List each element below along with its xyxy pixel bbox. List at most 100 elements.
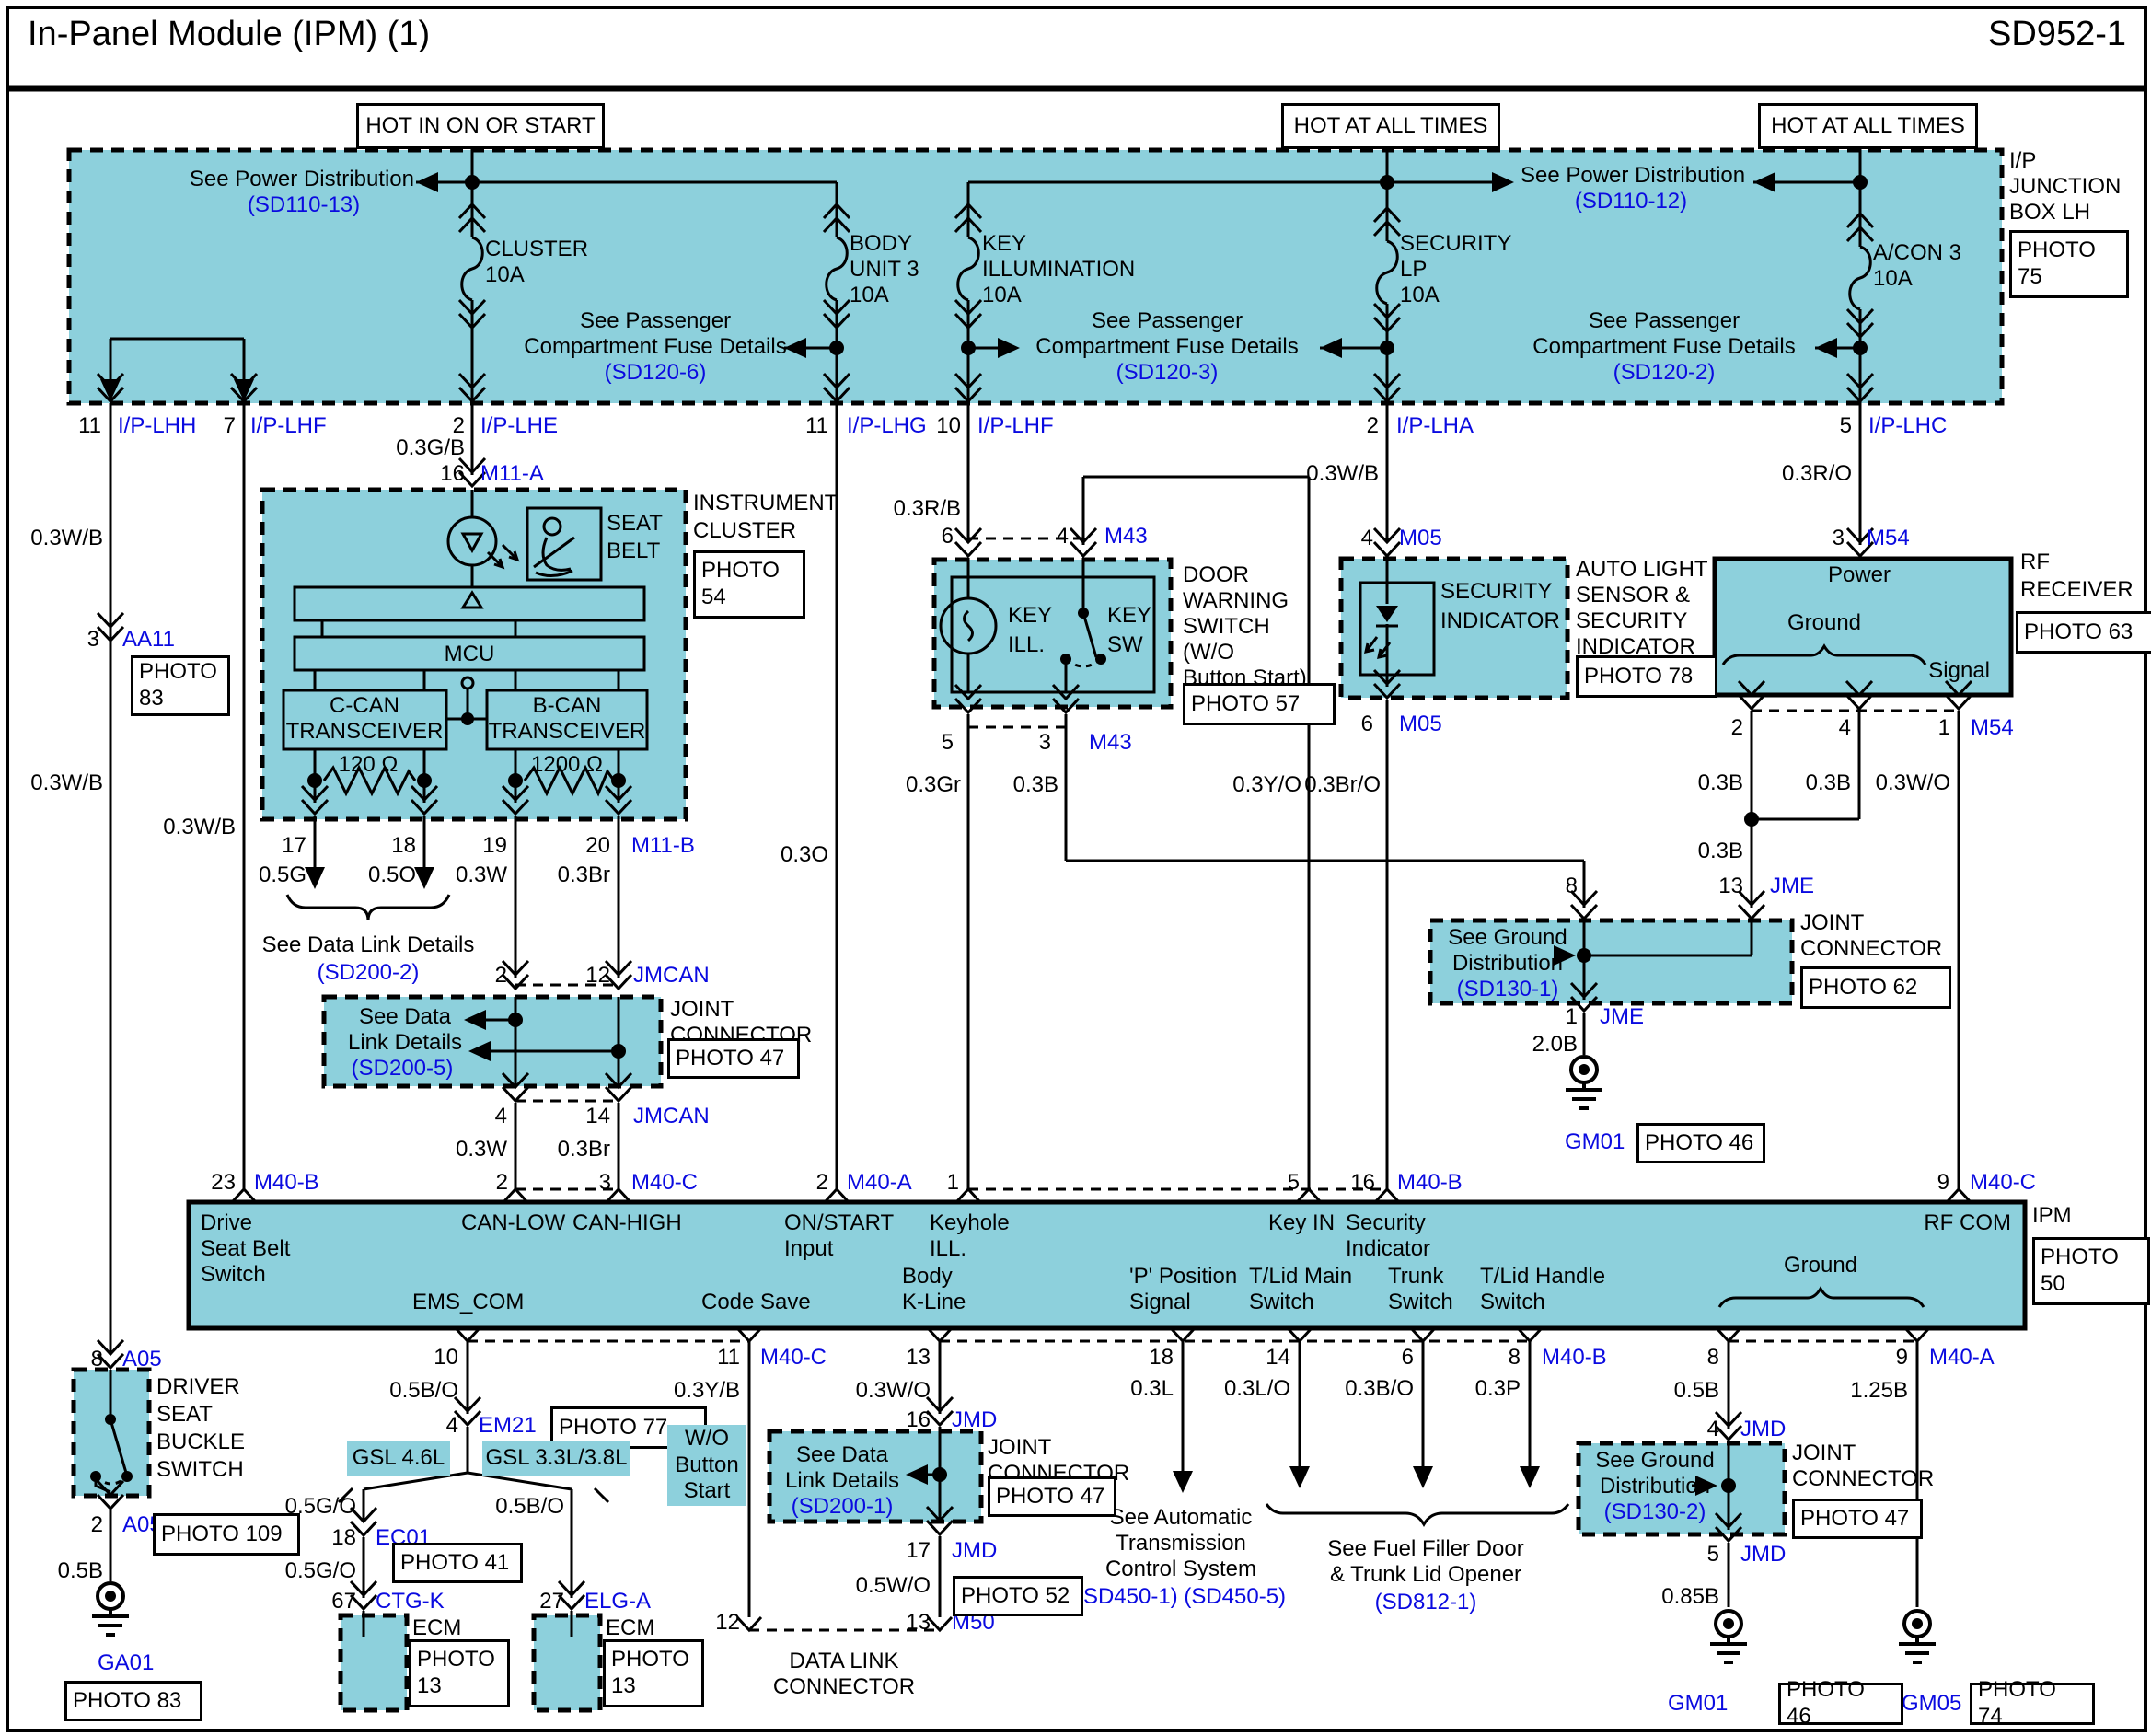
ecm1-name: ECM bbox=[412, 1616, 461, 1639]
wire-03w-2: 0.3W bbox=[456, 1138, 507, 1161]
conn-jmd-t: JMD bbox=[952, 1408, 997, 1431]
photo-41-line: PHOTO 41 bbox=[400, 1550, 515, 1577]
pin-m11a: 16 bbox=[440, 462, 465, 485]
wire-03yb: 0.3Y/B bbox=[674, 1379, 740, 1402]
conn-m40a-b: M40-A bbox=[1929, 1346, 1995, 1369]
wire-03p: 0.3P bbox=[1475, 1377, 1521, 1400]
wire-03br-2: 0.3Br bbox=[558, 1138, 610, 1161]
photo-47-jmd: PHOTO 47 bbox=[988, 1476, 1116, 1517]
conn-m40c-t2: M40-C bbox=[1970, 1171, 2036, 1194]
photo-62-line: PHOTO 62 bbox=[1809, 975, 1943, 1001]
ipm-onstart1: ON/START bbox=[784, 1211, 894, 1234]
wire-05go-2: 0.5G/O bbox=[285, 1559, 356, 1582]
conn-jmd4: JMD bbox=[1740, 1418, 1786, 1441]
jb-name3: BOX LH bbox=[2009, 201, 2090, 224]
res-1200: 1200 Ω bbox=[531, 753, 603, 776]
pin-ipm13: 13 bbox=[906, 1346, 931, 1369]
ipm-drive3: Switch bbox=[201, 1263, 266, 1286]
tag-hot-at-all-times-1-line: HOT AT ALL TIMES bbox=[1289, 113, 1492, 140]
photo-74: PHOTO 74 bbox=[1970, 1683, 2095, 1725]
wire-05bo-2: 0.5B/O bbox=[495, 1495, 564, 1518]
conn-m43-b: M43 bbox=[1089, 731, 1132, 754]
wire-03gr: 0.3Gr bbox=[906, 773, 961, 796]
als-3: SECURITY bbox=[1576, 609, 1687, 632]
pin-ipm11: 11 bbox=[717, 1346, 740, 1369]
pin-a05-2: 2 bbox=[91, 1513, 103, 1536]
tag-gsl-46-line: GSL 4.6L bbox=[347, 1445, 450, 1472]
conn-jmd-b: JMD bbox=[952, 1539, 997, 1562]
conn-ctgk: CTG-K bbox=[376, 1590, 445, 1613]
dlc-name2: CONNECTOR bbox=[773, 1675, 915, 1698]
pin-dlc12: 12 bbox=[715, 1611, 740, 1634]
fuse-keyill-amp: 10A bbox=[982, 284, 1022, 307]
pin-18: 18 bbox=[391, 834, 416, 857]
pin-jmcan14: 14 bbox=[585, 1105, 610, 1128]
pin-m05-4: 4 bbox=[1361, 527, 1373, 550]
photo-13-elga: PHOTO13 bbox=[603, 1639, 704, 1707]
photo-13-ctgk: PHOTO13 bbox=[409, 1639, 510, 1707]
pin-aa11: 3 bbox=[87, 628, 99, 651]
wire-05b-gm: 0.5B bbox=[1674, 1379, 1719, 1402]
ref-sd200-2: (SD200-2) bbox=[318, 961, 420, 984]
photo-46-jme: PHOTO 46 bbox=[1636, 1123, 1765, 1163]
photo-47-jmcan: PHOTO 47 bbox=[667, 1038, 800, 1079]
wire-125b: 1.25B bbox=[1850, 1379, 1908, 1402]
pin-iplhh: 11 bbox=[78, 414, 101, 437]
conn-a05-t: A05 bbox=[122, 1348, 162, 1371]
see-atcs-3: Control System bbox=[1105, 1557, 1256, 1580]
photo-41: PHOTO 41 bbox=[392, 1543, 523, 1583]
keyill-2: ILL. bbox=[1008, 633, 1045, 656]
pin-iplhg: 11 bbox=[805, 414, 828, 437]
conn-iplha: I/P-LHA bbox=[1396, 414, 1474, 437]
see-atcs-1: See Automatic bbox=[1110, 1506, 1253, 1529]
pin-jme8: 8 bbox=[1566, 874, 1578, 897]
fuse-seclp-amp: 10A bbox=[1400, 284, 1440, 307]
ccan-2: TRANSCEIVER bbox=[286, 720, 444, 743]
photo-46-jme-line: PHOTO 46 bbox=[1645, 1130, 1757, 1157]
ref-sd110-13: (SD110-13) bbox=[248, 193, 360, 216]
see-fuse-2b: Compartment Fuse Details bbox=[1532, 335, 1795, 358]
ipm-ppos2: Signal bbox=[1129, 1290, 1191, 1314]
pin-ipm1: 1 bbox=[947, 1171, 959, 1194]
conn-m40b-t2: M40-B bbox=[1397, 1171, 1463, 1194]
cluster-name1: INSTRUMENT bbox=[693, 492, 838, 515]
photo-83-ga01: PHOTO 83 bbox=[64, 1681, 202, 1721]
ipm-secind1: Security bbox=[1346, 1211, 1426, 1234]
pin-jme13: 13 bbox=[1718, 874, 1743, 897]
ecm2-name: ECM bbox=[606, 1616, 654, 1639]
see-dl1-b: Link Details bbox=[785, 1469, 899, 1492]
fuel-filler-brace bbox=[1266, 1504, 1568, 1524]
photo-74-line: PHOTO 74 bbox=[1978, 1677, 2087, 1730]
photo-62: PHOTO 62 bbox=[1800, 966, 1951, 1009]
pin-jme1: 1 bbox=[1566, 1005, 1578, 1028]
ground-symbol-gm05 bbox=[1899, 1611, 1936, 1662]
conn-m43-t: M43 bbox=[1104, 525, 1148, 548]
wire-03bo: 0.3B/O bbox=[1345, 1377, 1414, 1400]
pin-jmcan12: 12 bbox=[585, 964, 610, 987]
pin-ipm23: 23 bbox=[211, 1171, 236, 1194]
wire-03b-join: 0.3B bbox=[1698, 839, 1743, 862]
wire-03wb-3: 0.3W/B bbox=[163, 816, 236, 839]
photo-47-sd130: PHOTO 47 bbox=[1792, 1499, 1923, 1539]
dsbs-1: DRIVER bbox=[156, 1375, 240, 1398]
ref-sd130-2: (SD130-2) bbox=[1604, 1500, 1706, 1523]
conn-m54-t: M54 bbox=[1867, 527, 1910, 550]
conn-jme-b: JME bbox=[1600, 1005, 1644, 1028]
jb-name1: I/P bbox=[2009, 149, 2036, 172]
tag-gsl-46: GSL 4.6L bbox=[347, 1441, 450, 1476]
jme-joint-2: CONNECTOR bbox=[1800, 937, 1942, 960]
ipm-canlow: CAN-LOW bbox=[461, 1211, 565, 1234]
fuse-cluster-amp: 10A bbox=[485, 263, 525, 286]
pin-20: 20 bbox=[585, 834, 610, 857]
tag-gsl-33-38: GSL 3.3L/3.8L bbox=[482, 1441, 630, 1476]
rf-ground: Ground bbox=[1787, 611, 1861, 634]
conn-jmcan-t: JMCAN bbox=[633, 964, 710, 987]
photo-54-line: PHOTO bbox=[701, 558, 797, 584]
pin-m54-2: 2 bbox=[1731, 716, 1743, 739]
photo-47-jmd-line: PHOTO 47 bbox=[996, 1484, 1108, 1510]
pin-ipm9: 9 bbox=[1937, 1171, 1949, 1194]
ground-symbol-ga01 bbox=[92, 1583, 129, 1635]
ipm-ppos1: 'P' Position bbox=[1129, 1265, 1237, 1288]
see-dl5-b: Link Details bbox=[348, 1031, 462, 1054]
rf-name2: RECEIVER bbox=[2020, 578, 2134, 601]
